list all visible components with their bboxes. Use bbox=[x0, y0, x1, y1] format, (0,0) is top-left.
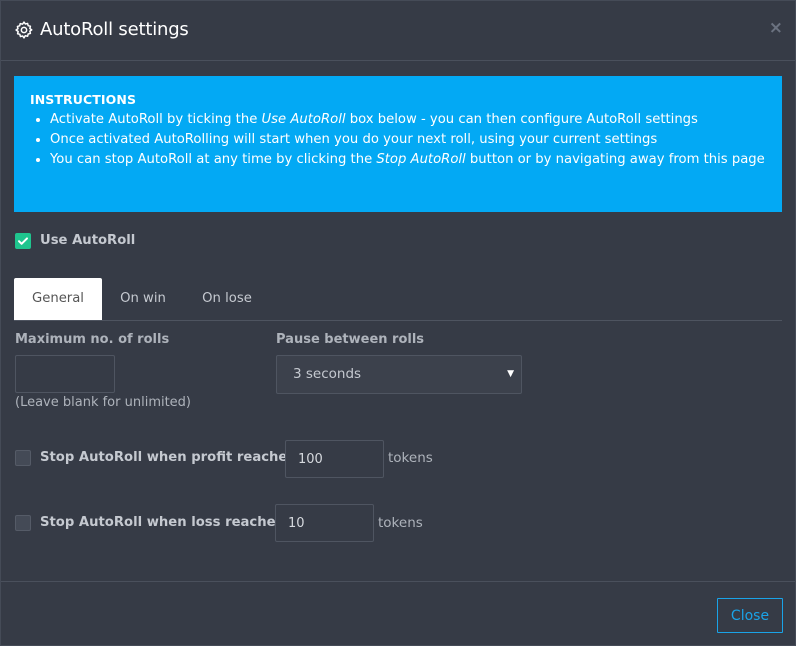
instruction-emphasis: Stop AutoRoll bbox=[376, 152, 466, 167]
pause-label: Pause between rolls bbox=[276, 332, 425, 347]
stop-profit-checkbox[interactable] bbox=[15, 450, 31, 466]
pause-selected-value: 3 seconds bbox=[293, 366, 362, 382]
instruction-text: box below - you can then configure AutoR… bbox=[345, 112, 698, 127]
instruction-text: Activate AutoRoll by ticking the bbox=[50, 112, 262, 127]
instruction-text: You can stop AutoRoll at any time by cli… bbox=[50, 152, 377, 167]
use-autoroll-label[interactable]: Use AutoRoll bbox=[40, 233, 135, 248]
modal-title: AutoRoll settings bbox=[40, 19, 189, 40]
instruction-emphasis: Use AutoRoll bbox=[261, 112, 346, 127]
instruction-text: button or by navigating away from this p… bbox=[465, 152, 765, 167]
max-rolls-label: Maximum no. of rolls bbox=[15, 332, 170, 347]
tab-on-win[interactable]: On win bbox=[108, 278, 178, 320]
settings-tabs: General On win On lose bbox=[14, 278, 782, 321]
max-rolls-help: (Leave blank for unlimited) bbox=[15, 395, 192, 410]
loss-unit: tokens bbox=[378, 515, 423, 531]
stop-profit-label[interactable]: Stop AutoRoll when profit reaches bbox=[40, 450, 295, 465]
modal-header: AutoRoll settings × bbox=[1, 1, 795, 61]
instruction-item: Once activated AutoRolling will start wh… bbox=[50, 130, 766, 150]
pause-select[interactable]: 3 seconds ▼ bbox=[276, 355, 522, 394]
instructions-list: Activate AutoRoll by ticking the Use Aut… bbox=[30, 110, 766, 170]
instruction-item: Activate AutoRoll by ticking the Use Aut… bbox=[50, 110, 766, 130]
tab-on-lose[interactable]: On lose bbox=[190, 278, 264, 320]
footer-divider bbox=[1, 581, 795, 582]
close-icon[interactable]: × bbox=[769, 18, 783, 38]
instruction-item: You can stop AutoRoll at any time by cli… bbox=[50, 150, 766, 170]
stop-loss-label[interactable]: Stop AutoRoll when loss reaches bbox=[40, 515, 283, 530]
instructions-title: INSTRUCTIONS bbox=[30, 92, 137, 107]
use-autoroll-checkbox[interactable] bbox=[15, 233, 31, 249]
profit-unit: tokens bbox=[388, 450, 433, 466]
gear-icon bbox=[15, 21, 33, 39]
close-button[interactable]: Close bbox=[717, 598, 783, 633]
max-rolls-input[interactable] bbox=[15, 355, 115, 393]
loss-target-input[interactable] bbox=[275, 504, 374, 542]
autoroll-settings-modal: AutoRoll settings × INSTRUCTIONS Activat… bbox=[0, 0, 796, 646]
instructions-panel: INSTRUCTIONS Activate AutoRoll by tickin… bbox=[14, 76, 782, 212]
check-icon bbox=[18, 237, 28, 245]
tab-general[interactable]: General bbox=[14, 278, 102, 320]
chevron-down-icon: ▼ bbox=[507, 369, 514, 379]
profit-target-input[interactable] bbox=[285, 440, 384, 478]
stop-loss-checkbox[interactable] bbox=[15, 515, 31, 531]
